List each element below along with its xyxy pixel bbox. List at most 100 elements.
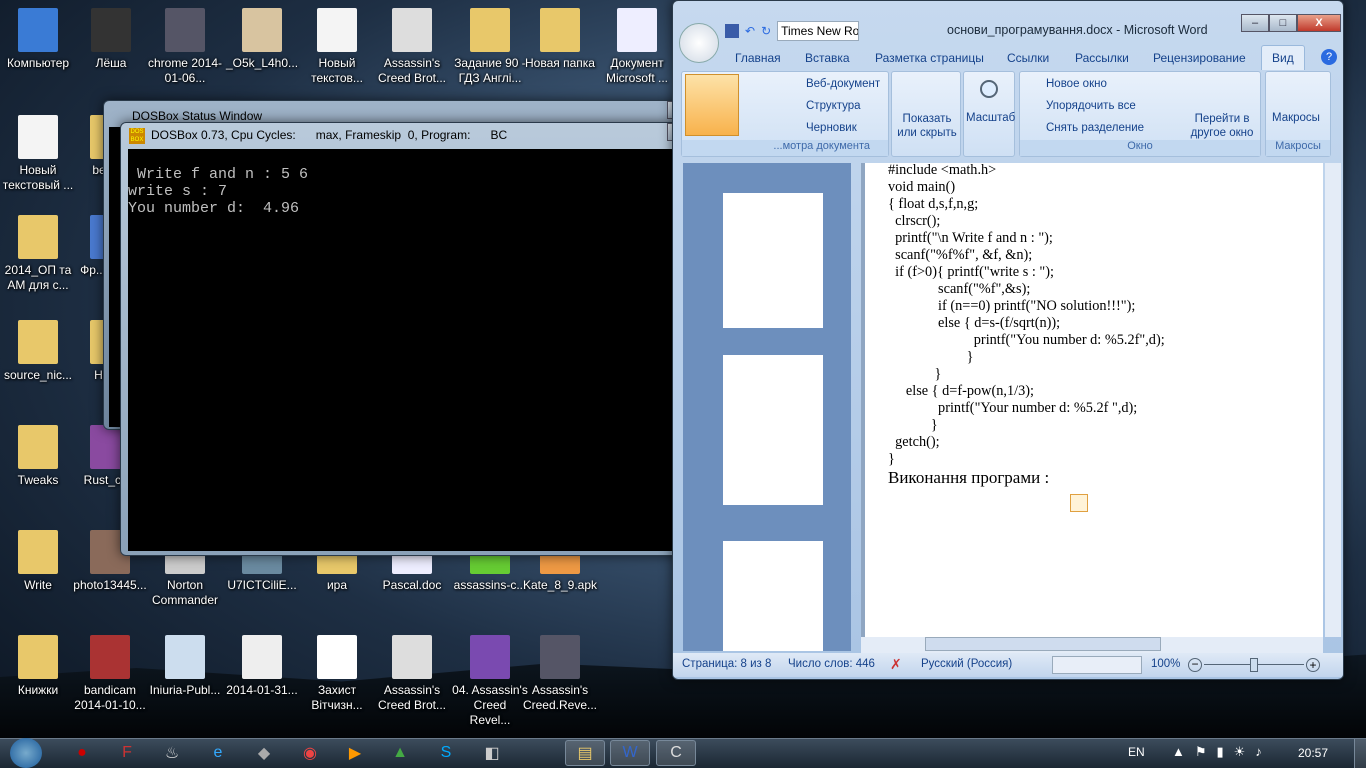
draft-button[interactable]: Черновик	[806, 122, 857, 134]
desktop-icon[interactable]: Новый текстовый ...	[0, 115, 76, 193]
page-thumbnail[interactable]	[723, 541, 823, 651]
record-icon[interactable]: ●	[62, 740, 102, 766]
desktop-icon[interactable]: Лёша	[73, 8, 149, 71]
desktop-icon[interactable]: Книжки	[0, 635, 76, 698]
desktop-icon[interactable]: Захист Вітчизн...	[299, 635, 375, 713]
word-icon[interactable]: W	[610, 740, 650, 766]
file-icon	[165, 8, 205, 52]
macros-button[interactable]: Макросы	[1272, 112, 1320, 124]
thumbnail-pane[interactable]	[683, 163, 851, 651]
file-icon	[18, 115, 58, 159]
desktop-icon-label: Документ Microsoft ...	[605, 56, 668, 85]
group-label: ...мотра документа	[682, 140, 888, 156]
zoom-icon	[980, 80, 998, 98]
desktop-icon-label: chrome 2014-01-06...	[147, 56, 223, 85]
desktop-icon[interactable]: source_nic...	[0, 320, 76, 383]
tab-insert[interactable]: Вставка	[805, 51, 850, 65]
page-thumbnail[interactable]	[723, 355, 823, 505]
page-thumbnail[interactable]	[723, 193, 823, 328]
help-icon[interactable]: ?	[1321, 49, 1337, 65]
tab-review[interactable]: Рецензирование	[1153, 51, 1246, 65]
minimize-button[interactable]: –	[1241, 14, 1269, 32]
desktop-icon-label: Tweaks	[17, 473, 59, 487]
zoom-level[interactable]: 100%	[1151, 658, 1180, 670]
desktop-icon[interactable]: Новая папка	[522, 8, 598, 71]
desktop-icon-label: source_nic...	[3, 368, 73, 382]
status-page[interactable]: Страница: 8 из 8	[682, 658, 771, 670]
vertical-scrollbar[interactable]	[1325, 163, 1341, 637]
save-icon[interactable]	[725, 24, 739, 38]
status-language[interactable]: Русский (Россия)	[921, 658, 1012, 670]
filezilla-icon[interactable]: F	[107, 740, 147, 766]
office-button[interactable]	[679, 23, 719, 63]
status-word-count[interactable]: Число слов: 446	[788, 658, 875, 670]
show-desktop-button[interactable]	[1354, 739, 1366, 768]
file-icon	[470, 635, 510, 679]
desktop-icon[interactable]: _O5k_L4h0...	[224, 8, 300, 71]
clock[interactable]: 20:57	[1298, 746, 1328, 760]
desktop-icon[interactable]: Документ Microsoft ...	[599, 8, 675, 86]
explorer-icon[interactable]: ▤	[565, 740, 605, 766]
tray-language[interactable]: EN	[1128, 745, 1145, 759]
desktop-icon[interactable]: Assassin's Creed.Reve...	[522, 635, 598, 713]
switch-window-button[interactable]: Перейти в другое окно	[1184, 112, 1260, 140]
window-controls: –□X	[1241, 14, 1341, 32]
desktop-icon[interactable]: 04. Assassin's Creed Revel...	[452, 635, 528, 728]
tab-view[interactable]: Вид	[1261, 45, 1305, 70]
desktop-icon-label: Захист Вітчизн...	[311, 683, 363, 712]
font-box[interactable]: Times New Ro	[777, 21, 860, 41]
group-zoom: Масштаб	[963, 71, 1015, 157]
close-button[interactable]: X	[1297, 14, 1341, 32]
tab-references[interactable]: Ссылки	[1007, 51, 1049, 65]
dosbox-icon[interactable]: C	[656, 740, 696, 766]
maximize-button[interactable]: □	[1269, 14, 1297, 32]
horizontal-scrollbar[interactable]	[861, 637, 1323, 653]
desktop-icon[interactable]: 2014-01-31...	[224, 635, 300, 698]
undo-icon[interactable]: ↶	[745, 24, 755, 38]
zoom-button[interactable]: Масштаб	[966, 112, 1015, 124]
media-icon[interactable]: ▶	[335, 740, 375, 766]
view-buttons[interactable]	[1052, 656, 1142, 674]
proofing-icon[interactable]: ✗	[890, 656, 902, 673]
dosbox-title: DOSBox 0.73, Cpu Cycles: max, Frameskip …	[151, 128, 508, 142]
tab-mailings[interactable]: Рассылки	[1075, 51, 1129, 65]
desktop-icon[interactable]: Iniuria-Publ...	[147, 635, 223, 698]
remove-split-button[interactable]: Снять разделение	[1046, 122, 1144, 134]
new-window-button[interactable]: Новое окно	[1046, 78, 1107, 90]
desktop-icon-label: Norton Commander	[151, 578, 219, 607]
desktop-icon[interactable]: Write	[0, 530, 76, 593]
tab-page-layout[interactable]: Разметка страницы	[875, 51, 984, 65]
outline-button[interactable]: Структура	[806, 100, 861, 112]
arrange-all-button[interactable]: Упорядочить все	[1046, 100, 1136, 112]
skype-icon[interactable]: S	[426, 740, 466, 766]
desktop-icon-label: _O5k_L4h0...	[225, 56, 299, 70]
steam-icon[interactable]: ♨	[152, 740, 192, 766]
desktop-icon[interactable]: Tweaks	[0, 425, 76, 488]
desktop-icon[interactable]: Компьютер	[0, 8, 76, 71]
desktop-icon[interactable]: bandicam 2014-01-10...	[72, 635, 148, 713]
file-icon	[165, 635, 205, 679]
desktop-icon-label: ира	[326, 578, 348, 592]
tab-home[interactable]: Главная	[735, 51, 781, 65]
file-icon	[90, 635, 130, 679]
chrome-icon[interactable]: ◉	[290, 740, 330, 766]
desktop-icon[interactable]: Assassin's Creed Brot...	[374, 635, 450, 713]
desktop-icon[interactable]: chrome 2014-01-06...	[147, 8, 223, 86]
zoom-slider-thumb[interactable]	[1250, 658, 1258, 672]
desktop-icon[interactable]: Assassin's Creed Brot...	[374, 8, 450, 86]
desktop-icon[interactable]: Задание 90 - ГДЗ Англі...	[452, 8, 528, 86]
app-icon[interactable]: ◆	[244, 740, 284, 766]
ie-icon[interactable]: e	[198, 740, 238, 766]
desktop-icon[interactable]: 2014_ОП та АМ для с...	[0, 215, 76, 293]
app-icon[interactable]: ▲	[380, 740, 420, 766]
redo-icon[interactable]: ↻	[761, 24, 771, 38]
print-layout-button[interactable]	[685, 74, 739, 136]
desktop-icon[interactable]: Новый текстов...	[299, 8, 375, 86]
zoom-slider[interactable]: − +	[1188, 658, 1320, 672]
show-hide-button[interactable]: Показать или скрыть	[894, 112, 960, 140]
start-button[interactable]	[10, 738, 42, 768]
web-layout-button[interactable]: Веб-документ	[806, 78, 880, 90]
tray-icons[interactable]: ▲⚑▮☀♪	[1172, 744, 1272, 760]
paste-options-icon[interactable]	[1070, 494, 1088, 512]
app-icon[interactable]: ◧	[472, 740, 512, 766]
